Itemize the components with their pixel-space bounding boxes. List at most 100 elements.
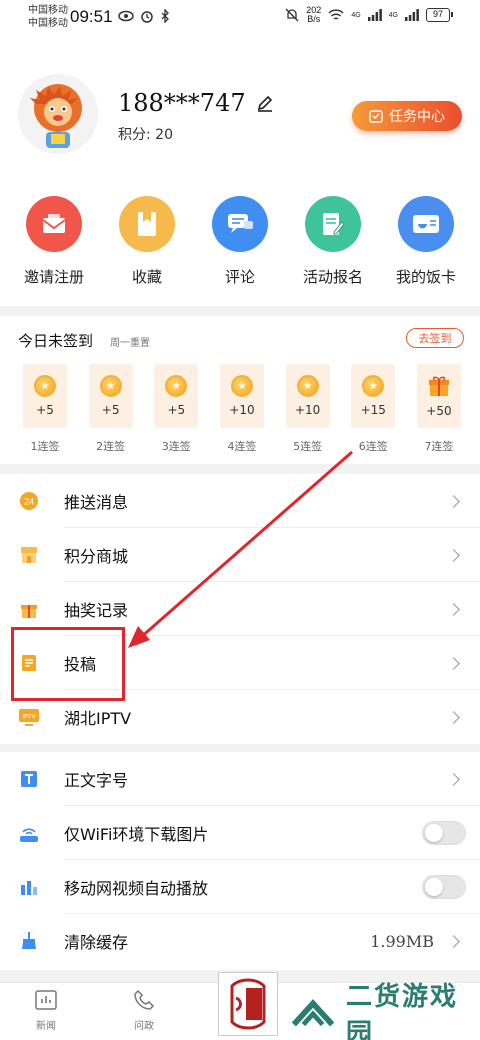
chat-icon [212,196,268,252]
eye-icon [118,10,134,22]
signal-bars-1-icon [367,9,382,21]
signal-bars-2-icon [405,9,419,21]
broom-icon [18,930,40,952]
edit-pencil-icon[interactable] [256,94,274,112]
day-label: 2连签 [96,440,126,453]
tab-news[interactable]: 新闻 [16,989,76,1032]
signal-1-label: 4G [351,11,361,19]
shop-icon [18,544,40,566]
signin-button[interactable]: 去签到 [406,328,464,348]
font-size-icon [18,768,40,790]
signin-day: ★ +10 4连签 [219,364,265,454]
menu-item-wifi-only-images: 仅WiFi环境下载图片 [0,806,480,860]
signup-form-icon [305,196,361,252]
menu-item-mobile-video-autoplay: 移动网视频自动播放 [0,860,480,914]
task-calendar-icon [369,110,383,123]
red-seal-icon [230,978,266,1030]
day-points: +15 [360,403,386,417]
carrier-1: 中国移动 [28,5,68,16]
watermark-logo-icon [291,999,335,1027]
day-points: +5 [101,403,120,417]
day-label: 3连签 [161,440,191,453]
chevron-right-icon [447,602,460,616]
signin-day: +50 7连签 [416,364,462,454]
menu-item-points-shop[interactable]: 积分商城 [0,528,480,582]
envelope-icon [26,196,82,252]
signin-day: ★ +15 6连签 [350,364,396,454]
menu-list-settings: 正文字号 仅WiFi环境下载图片 移动网视频自动播放 清除缓存 1.99MB [0,752,480,970]
action-invite[interactable]: 邀请注册 [8,184,100,306]
news-chart-icon [35,990,57,1010]
menu-item-label: 仅WiFi环境下载图片 [64,825,209,844]
lion-mascot-icon [18,74,98,154]
chevron-right-icon [447,548,460,562]
action-comments[interactable]: 评论 [194,184,286,306]
video-bars-icon [18,876,40,898]
coin-icon: ★ [296,375,319,397]
tab-inquiry-label: 问政 [134,1021,154,1032]
seal-logo[interactable] [218,972,278,1036]
menu-item-label: 湖北IPTV [64,709,132,728]
action-event-signup[interactable]: 活动报名 [287,184,379,306]
day-label: 7连签 [424,440,454,453]
signin-days: ★ +5 1连签 ★ +5 2连签 ★ +5 3连签 ★ +10 4连签 ★ +10 5连… [22,364,462,454]
profile-header: 188***747 积分: 20 任务中心 [0,34,480,184]
signin-subtitle: 周一重置 [110,338,150,349]
signal-2-label: 4G [388,11,398,19]
day-label: 5连签 [293,440,323,453]
task-center-button[interactable]: 任务中心 [352,101,462,131]
day-label: 6连签 [358,440,388,453]
username-row: 188***747 [118,89,274,117]
gift-box-icon [428,376,449,396]
tv-icon: IPTV [18,706,40,728]
chevron-right-icon [447,656,460,670]
day-points: +5 [36,403,54,417]
signin-day: ★ +5 1连签 [22,364,68,454]
coin-icon: ★ [34,375,56,397]
alarm-icon [141,11,153,23]
username: 188***747 [118,89,246,117]
day-label: 1连签 [30,440,60,453]
coin-icon: ★ [362,375,385,397]
action-event-signup-label: 活动报名 [302,268,363,286]
menu-item-font-size[interactable]: 正文字号 [0,752,480,806]
clock: 09:51 [70,7,113,26]
menu-item-label: 正文字号 [64,771,129,790]
signin-day: ★ +5 3连签 [153,364,199,454]
day-label: 4连签 [227,440,257,453]
action-meal-card[interactable]: 我的饭卡 [380,184,472,306]
avatar[interactable] [18,74,98,154]
wifi-only-toggle[interactable] [422,821,466,845]
carrier-2: 中国移动 [28,18,68,29]
annotation-highlight-box [11,627,125,701]
status-bar: 中国移动 中国移动 09:51 202 B/s 4G 4G 97 [0,0,480,34]
day-points: +10 [294,403,321,417]
mute-icon [285,8,299,22]
signin-title: 今日未签到 [18,332,94,350]
menu-item-label: 推送消息 [64,493,129,512]
menu-item-label: 清除缓存 [64,933,129,952]
cache-size-value: 1.99MB [370,931,434,951]
bookmark-icon [119,196,175,252]
video-autoplay-toggle[interactable] [422,875,466,899]
gift-icon [18,598,40,620]
chevron-right-icon [447,772,460,786]
coin-icon: ★ [99,375,122,397]
tab-inquiry[interactable]: 问政 [114,989,174,1032]
coin-icon: ★ [230,375,253,397]
task-center-label: 任务中心 [389,109,445,125]
quick-actions: 邀请注册 收藏 评论 活动报名 我的饭卡 [0,184,480,306]
wifi-icon [328,8,344,20]
menu-item-label: 积分商城 [64,547,129,566]
signin-day: ★ +10 5连签 [285,364,331,454]
watermark: 二货游戏园 [282,982,480,1040]
menu-item-clear-cache[interactable]: 清除缓存 1.99MB [0,914,480,968]
chevron-right-icon [447,934,460,948]
svg-text:IPTV: IPTV [22,715,35,721]
day-points: +10 [229,403,255,417]
menu-item-label: 抽奖记录 [64,601,129,620]
net-speed: 202 B/s [306,5,322,24]
menu-item-push-messages[interactable]: 24 推送消息 [0,474,480,528]
action-favorites[interactable]: 收藏 [101,184,193,306]
push-24-icon: 24 [18,490,40,512]
